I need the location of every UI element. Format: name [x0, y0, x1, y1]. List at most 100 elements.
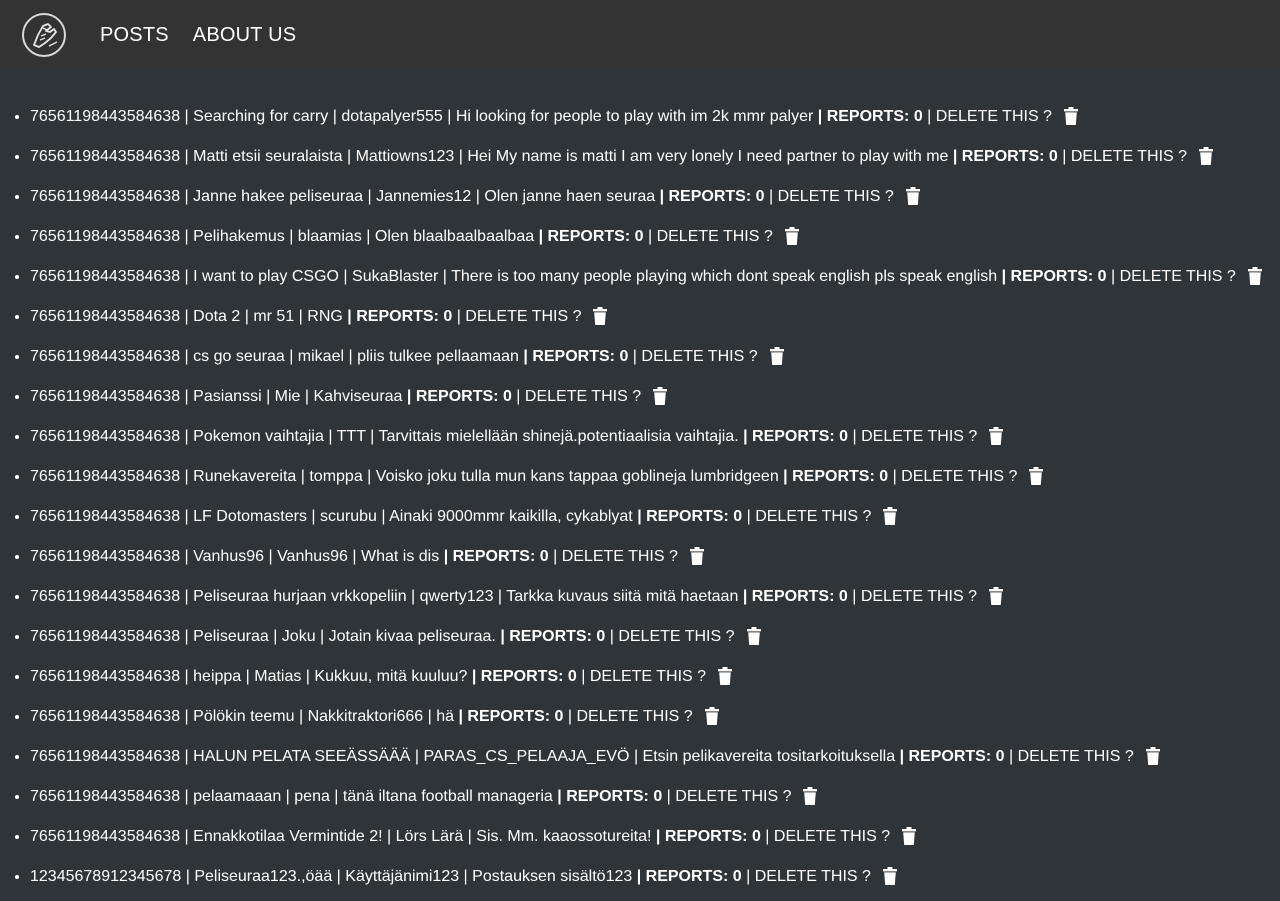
trash-icon[interactable]	[1063, 101, 1082, 125]
delete-text: | DELETE THIS ?	[563, 708, 693, 725]
post-username: qwerty123	[419, 588, 494, 605]
post-steam-id: 76561198443584638	[30, 668, 181, 685]
trash-icon[interactable]	[883, 501, 901, 525]
post-title: Runekavereita	[193, 468, 297, 485]
post-list-item: 76561198443584638 | heippa | Matias | Ku…	[30, 657, 1280, 697]
post-list-item: 76561198443584638 | Pokemon vaihtajia | …	[30, 417, 1280, 457]
trash-icon[interactable]	[746, 621, 765, 645]
post-steam-id: 76561198443584638	[30, 788, 181, 805]
reports-label: | REPORTS:	[557, 788, 654, 805]
post-reports: | REPORTS: 0	[900, 748, 1005, 765]
reports-label: | REPORTS:	[817, 108, 914, 125]
separator: |	[306, 508, 320, 525]
separator: |	[361, 228, 375, 245]
separator: |	[329, 788, 343, 805]
post-steam-id: 76561198443584638	[30, 628, 181, 645]
trash-icon[interactable]	[1247, 261, 1266, 285]
separator: |	[338, 268, 353, 285]
post-username: Mie	[274, 388, 301, 405]
post-title: Janne hakee peliseuraa	[193, 188, 364, 205]
post-list-item: 76561198443584638 | Vanhus96 | Vanhus96 …	[30, 537, 1280, 577]
trash-icon[interactable]	[902, 821, 920, 845]
post-steam-id: 76561198443584638	[30, 708, 181, 725]
post-content: Voisko joku tulla mun kans tappaa goblin…	[375, 468, 779, 485]
trash-icon[interactable]	[769, 341, 788, 365]
post-reports: | REPORTS: 0	[637, 508, 742, 525]
reports-count: 0	[567, 668, 577, 685]
reports-count: 0	[751, 828, 761, 845]
delete-text: | DELETE THIS ?	[1106, 268, 1236, 285]
separator: |	[459, 868, 473, 885]
trash-icon[interactable]	[718, 661, 736, 685]
delete-text: | DELETE THIS ?	[643, 228, 773, 245]
trash-icon[interactable]	[905, 181, 924, 205]
trash-icon[interactable]	[593, 301, 611, 325]
post-title: HALUN PELATA SEEÄSSÄÄÄ	[193, 748, 411, 765]
post-title: LF Dotomasters	[193, 508, 307, 525]
post-username: tomppa	[309, 468, 363, 485]
delete-text: | DELETE THIS ?	[888, 468, 1018, 485]
post-list-item: 76561198443584638 | pelaamaaan | pena | …	[30, 777, 1280, 817]
separator: |	[180, 348, 194, 365]
separator: |	[362, 468, 376, 485]
post-reports: | REPORTS: 0	[557, 788, 662, 805]
reports-label: | REPORTS:	[471, 668, 568, 685]
nav-link-posts[interactable]: POSTS	[100, 24, 169, 47]
post-list-item: 76561198443584638 | cs go seuraa | mikae…	[30, 337, 1280, 377]
trash-icon[interactable]	[1145, 741, 1164, 765]
reports-label: | REPORTS:	[899, 748, 996, 765]
post-reports: | REPORTS: 0	[407, 388, 512, 405]
nav-link-about-us[interactable]: ABOUT US	[193, 24, 296, 47]
separator: |	[284, 348, 298, 365]
post-title: Dota 2	[193, 308, 241, 325]
trash-icon[interactable]	[989, 421, 1007, 445]
trash-icon[interactable]	[803, 781, 821, 805]
trash-icon[interactable]	[989, 581, 1007, 605]
separator: |	[264, 548, 278, 565]
post-list-item: 76561198443584638 | Pelihakemus | blaami…	[30, 217, 1280, 257]
reports-count: 0	[839, 428, 849, 445]
post-title: Peliseuraa123.,öää	[194, 868, 333, 885]
reports-count: 0	[539, 548, 549, 565]
delete-text: | DELETE THIS ?	[922, 108, 1052, 125]
reports-label: | REPORTS:	[406, 388, 503, 405]
post-content: Sis. Mm. kaaossotureita!	[476, 828, 652, 845]
post-reports: | REPORTS: 0	[783, 468, 888, 485]
delete-text: | DELETE THIS ?	[760, 828, 891, 845]
trash-icon[interactable]	[784, 221, 803, 245]
separator: |	[410, 748, 424, 765]
post-title: Peliseuraa hurjaan vrkkopeliin	[193, 588, 407, 605]
post-username: dotapalyer555	[341, 108, 443, 125]
separator: |	[315, 628, 329, 645]
post-title: Searching for carry	[193, 108, 329, 125]
post-steam-id: 76561198443584638	[30, 748, 181, 765]
reports-label: | REPORTS:	[347, 308, 444, 325]
post-username: PARAS_CS_PELAAJA_EVÖ	[423, 748, 630, 765]
trash-icon[interactable]	[882, 861, 901, 885]
trash-icon[interactable]	[689, 541, 708, 565]
trash-icon[interactable]	[653, 381, 671, 405]
separator: |	[241, 668, 255, 685]
post-steam-id: 76561198443584638	[30, 468, 181, 485]
trash-icon[interactable]	[1199, 141, 1217, 165]
post-reports: | REPORTS: 0	[953, 148, 1058, 165]
post-reports: | REPORTS: 0	[347, 308, 452, 325]
post-title: Pölökin teemu	[193, 708, 295, 725]
separator: |	[423, 708, 437, 725]
post-reports: | REPORTS: 0	[1002, 268, 1107, 285]
post-steam-id: 12345678912345678	[30, 868, 182, 885]
separator: |	[294, 708, 308, 725]
post-content: Hei My name is matti I am very lonely I …	[467, 148, 949, 165]
separator: |	[281, 788, 295, 805]
post-reports: | REPORTS: 0	[523, 348, 628, 365]
post-title: Peliseuraa	[193, 628, 269, 645]
trash-icon[interactable]	[1029, 461, 1047, 485]
separator: |	[180, 788, 194, 805]
separator: |	[328, 108, 342, 125]
reports-label: | REPORTS:	[637, 508, 734, 525]
arm-wrestling-logo-icon[interactable]	[22, 13, 66, 57]
post-steam-id: 76561198443584638	[30, 828, 181, 845]
reports-label: | REPORTS:	[742, 588, 839, 605]
reports-count: 0	[732, 868, 742, 885]
trash-icon[interactable]	[704, 701, 723, 725]
